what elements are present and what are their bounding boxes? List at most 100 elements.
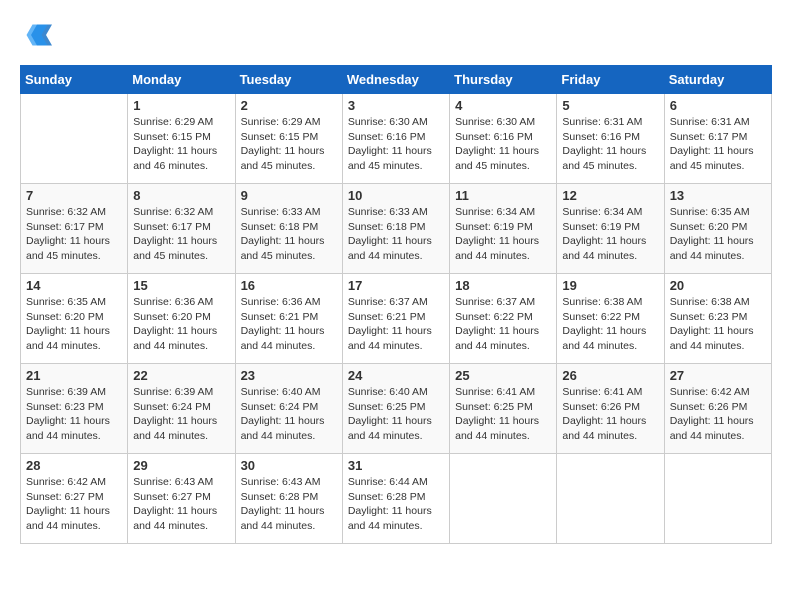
calendar-cell: 15 Sunrise: 6:36 AMSunset: 6:20 PMDayligh… [128, 274, 235, 364]
day-info: Sunrise: 6:34 AMSunset: 6:19 PMDaylight:… [562, 205, 658, 264]
day-info: Sunrise: 6:33 AMSunset: 6:18 PMDaylight:… [241, 205, 337, 264]
day-info: Sunrise: 6:29 AMSunset: 6:15 PMDaylight:… [241, 115, 337, 174]
calendar-cell: 12 Sunrise: 6:34 AMSunset: 6:19 PMDayligh… [557, 184, 664, 274]
day-info: Sunrise: 6:36 AMSunset: 6:20 PMDaylight:… [133, 295, 229, 354]
calendar-cell: 9 Sunrise: 6:33 AMSunset: 6:18 PMDaylight… [235, 184, 342, 274]
calendar-body: 1 Sunrise: 6:29 AMSunset: 6:15 PMDaylight… [21, 94, 772, 544]
day-info: Sunrise: 6:43 AMSunset: 6:28 PMDaylight:… [241, 475, 337, 534]
calendar-cell: 19Sunrise: 6:38 AMSunset: 6:22 PMDayligh… [557, 274, 664, 364]
day-number: 22 [133, 368, 229, 383]
calendar-cell: 29 Sunrise: 6:43 AMSunset: 6:27 PMDayligh… [128, 454, 235, 544]
day-info: Sunrise: 6:38 AMSunset: 6:22 PMDaylight:… [562, 295, 658, 354]
day-number: 17 [348, 278, 444, 293]
day-number: 7 [26, 188, 122, 203]
day-number: 24 [348, 368, 444, 383]
calendar-cell [664, 454, 771, 544]
calendar-cell: 24 Sunrise: 6:40 AMSunset: 6:25 PMDayligh… [342, 364, 449, 454]
day-number: 30 [241, 458, 337, 473]
day-info: Sunrise: 6:30 AMSunset: 6:16 PMDaylight:… [455, 115, 551, 174]
day-info: Sunrise: 6:40 AMSunset: 6:24 PMDaylight:… [241, 385, 337, 444]
header-row: SundayMondayTuesdayWednesdayThursdayFrid… [21, 66, 772, 94]
calendar-cell: 5Sunrise: 6:31 AMSunset: 6:16 PMDaylight… [557, 94, 664, 184]
calendar-header: SundayMondayTuesdayWednesdayThursdayFrid… [21, 66, 772, 94]
day-info: Sunrise: 6:35 AMSunset: 6:20 PMDaylight:… [26, 295, 122, 354]
calendar-cell: 14 Sunrise: 6:35 AMSunset: 6:20 PMDayligh… [21, 274, 128, 364]
day-info: Sunrise: 6:31 AMSunset: 6:16 PMDaylight:… [562, 115, 658, 174]
calendar-cell: 18 Sunrise: 6:37 AMSunset: 6:22 PMDayligh… [450, 274, 557, 364]
calendar-cell: 10 Sunrise: 6:33 AMSunset: 6:18 PMDayligh… [342, 184, 449, 274]
calendar-cell: 3 Sunrise: 6:30 AMSunset: 6:16 PMDaylight… [342, 94, 449, 184]
calendar-cell [21, 94, 128, 184]
calendar-cell: 27Sunrise: 6:42 AMSunset: 6:26 PMDayligh… [664, 364, 771, 454]
day-number: 8 [133, 188, 229, 203]
calendar-cell: 26 Sunrise: 6:41 AMSunset: 6:26 PMDayligh… [557, 364, 664, 454]
day-info: Sunrise: 6:32 AMSunset: 6:17 PMDaylight:… [133, 205, 229, 264]
day-number: 29 [133, 458, 229, 473]
calendar-cell: 22Sunrise: 6:39 AMSunset: 6:24 PMDayligh… [128, 364, 235, 454]
day-info: Sunrise: 6:33 AMSunset: 6:18 PMDaylight:… [348, 205, 444, 264]
day-info: Sunrise: 6:42 AMSunset: 6:27 PMDaylight:… [26, 475, 122, 534]
day-number: 13 [670, 188, 766, 203]
header-thursday: Thursday [450, 66, 557, 94]
day-info: Sunrise: 6:34 AMSunset: 6:19 PMDaylight:… [455, 205, 551, 264]
week-row-4: 21 Sunrise: 6:39 AMSunset: 6:23 PMDayligh… [21, 364, 772, 454]
calendar-cell: 21 Sunrise: 6:39 AMSunset: 6:23 PMDayligh… [21, 364, 128, 454]
day-info: Sunrise: 6:36 AMSunset: 6:21 PMDaylight:… [241, 295, 337, 354]
week-row-3: 14 Sunrise: 6:35 AMSunset: 6:20 PMDayligh… [21, 274, 772, 364]
day-number: 31 [348, 458, 444, 473]
day-number: 14 [26, 278, 122, 293]
day-number: 4 [455, 98, 551, 113]
day-info: Sunrise: 6:37 AMSunset: 6:21 PMDaylight:… [348, 295, 444, 354]
day-info: Sunrise: 6:29 AMSunset: 6:15 PMDaylight:… [133, 115, 229, 174]
calendar-cell: 1 Sunrise: 6:29 AMSunset: 6:15 PMDaylight… [128, 94, 235, 184]
day-info: Sunrise: 6:38 AMSunset: 6:23 PMDaylight:… [670, 295, 766, 354]
logo-icon [22, 20, 52, 50]
day-number: 26 [562, 368, 658, 383]
day-number: 9 [241, 188, 337, 203]
header-monday: Monday [128, 66, 235, 94]
day-number: 18 [455, 278, 551, 293]
calendar-cell: 6 Sunrise: 6:31 AMSunset: 6:17 PMDaylight… [664, 94, 771, 184]
header-friday: Friday [557, 66, 664, 94]
day-number: 1 [133, 98, 229, 113]
day-number: 12 [562, 188, 658, 203]
day-number: 15 [133, 278, 229, 293]
calendar-cell: 28 Sunrise: 6:42 AMSunset: 6:27 PMDayligh… [21, 454, 128, 544]
day-number: 27 [670, 368, 766, 383]
week-row-1: 1 Sunrise: 6:29 AMSunset: 6:15 PMDaylight… [21, 94, 772, 184]
calendar-cell: 8 Sunrise: 6:32 AMSunset: 6:17 PMDaylight… [128, 184, 235, 274]
day-info: Sunrise: 6:43 AMSunset: 6:27 PMDaylight:… [133, 475, 229, 534]
logo [20, 20, 52, 55]
day-number: 3 [348, 98, 444, 113]
day-info: Sunrise: 6:41 AMSunset: 6:26 PMDaylight:… [562, 385, 658, 444]
calendar-cell: 23Sunrise: 6:40 AMSunset: 6:24 PMDayligh… [235, 364, 342, 454]
day-number: 21 [26, 368, 122, 383]
day-info: Sunrise: 6:35 AMSunset: 6:20 PMDaylight:… [670, 205, 766, 264]
day-number: 2 [241, 98, 337, 113]
calendar-cell: 7 Sunrise: 6:32 AMSunset: 6:17 PMDaylight… [21, 184, 128, 274]
calendar-cell: 11Sunrise: 6:34 AMSunset: 6:19 PMDayligh… [450, 184, 557, 274]
page-header [20, 20, 772, 55]
day-info: Sunrise: 6:32 AMSunset: 6:17 PMDaylight:… [26, 205, 122, 264]
day-info: Sunrise: 6:39 AMSunset: 6:23 PMDaylight:… [26, 385, 122, 444]
header-tuesday: Tuesday [235, 66, 342, 94]
calendar-cell [557, 454, 664, 544]
day-info: Sunrise: 6:40 AMSunset: 6:25 PMDaylight:… [348, 385, 444, 444]
day-info: Sunrise: 6:30 AMSunset: 6:16 PMDaylight:… [348, 115, 444, 174]
day-number: 10 [348, 188, 444, 203]
day-number: 28 [26, 458, 122, 473]
day-number: 20 [670, 278, 766, 293]
week-row-5: 28 Sunrise: 6:42 AMSunset: 6:27 PMDayligh… [21, 454, 772, 544]
calendar-cell: 17 Sunrise: 6:37 AMSunset: 6:21 PMDayligh… [342, 274, 449, 364]
calendar-cell: 4 Sunrise: 6:30 AMSunset: 6:16 PMDaylight… [450, 94, 557, 184]
day-number: 6 [670, 98, 766, 113]
day-info: Sunrise: 6:44 AMSunset: 6:28 PMDaylight:… [348, 475, 444, 534]
calendar-cell: 13 Sunrise: 6:35 AMSunset: 6:20 PMDayligh… [664, 184, 771, 274]
day-info: Sunrise: 6:31 AMSunset: 6:17 PMDaylight:… [670, 115, 766, 174]
calendar-cell: 30 Sunrise: 6:43 AMSunset: 6:28 PMDayligh… [235, 454, 342, 544]
calendar-table: SundayMondayTuesdayWednesdayThursdayFrid… [20, 65, 772, 544]
day-number: 16 [241, 278, 337, 293]
day-info: Sunrise: 6:37 AMSunset: 6:22 PMDaylight:… [455, 295, 551, 354]
header-wednesday: Wednesday [342, 66, 449, 94]
calendar-cell: 16 Sunrise: 6:36 AMSunset: 6:21 PMDayligh… [235, 274, 342, 364]
